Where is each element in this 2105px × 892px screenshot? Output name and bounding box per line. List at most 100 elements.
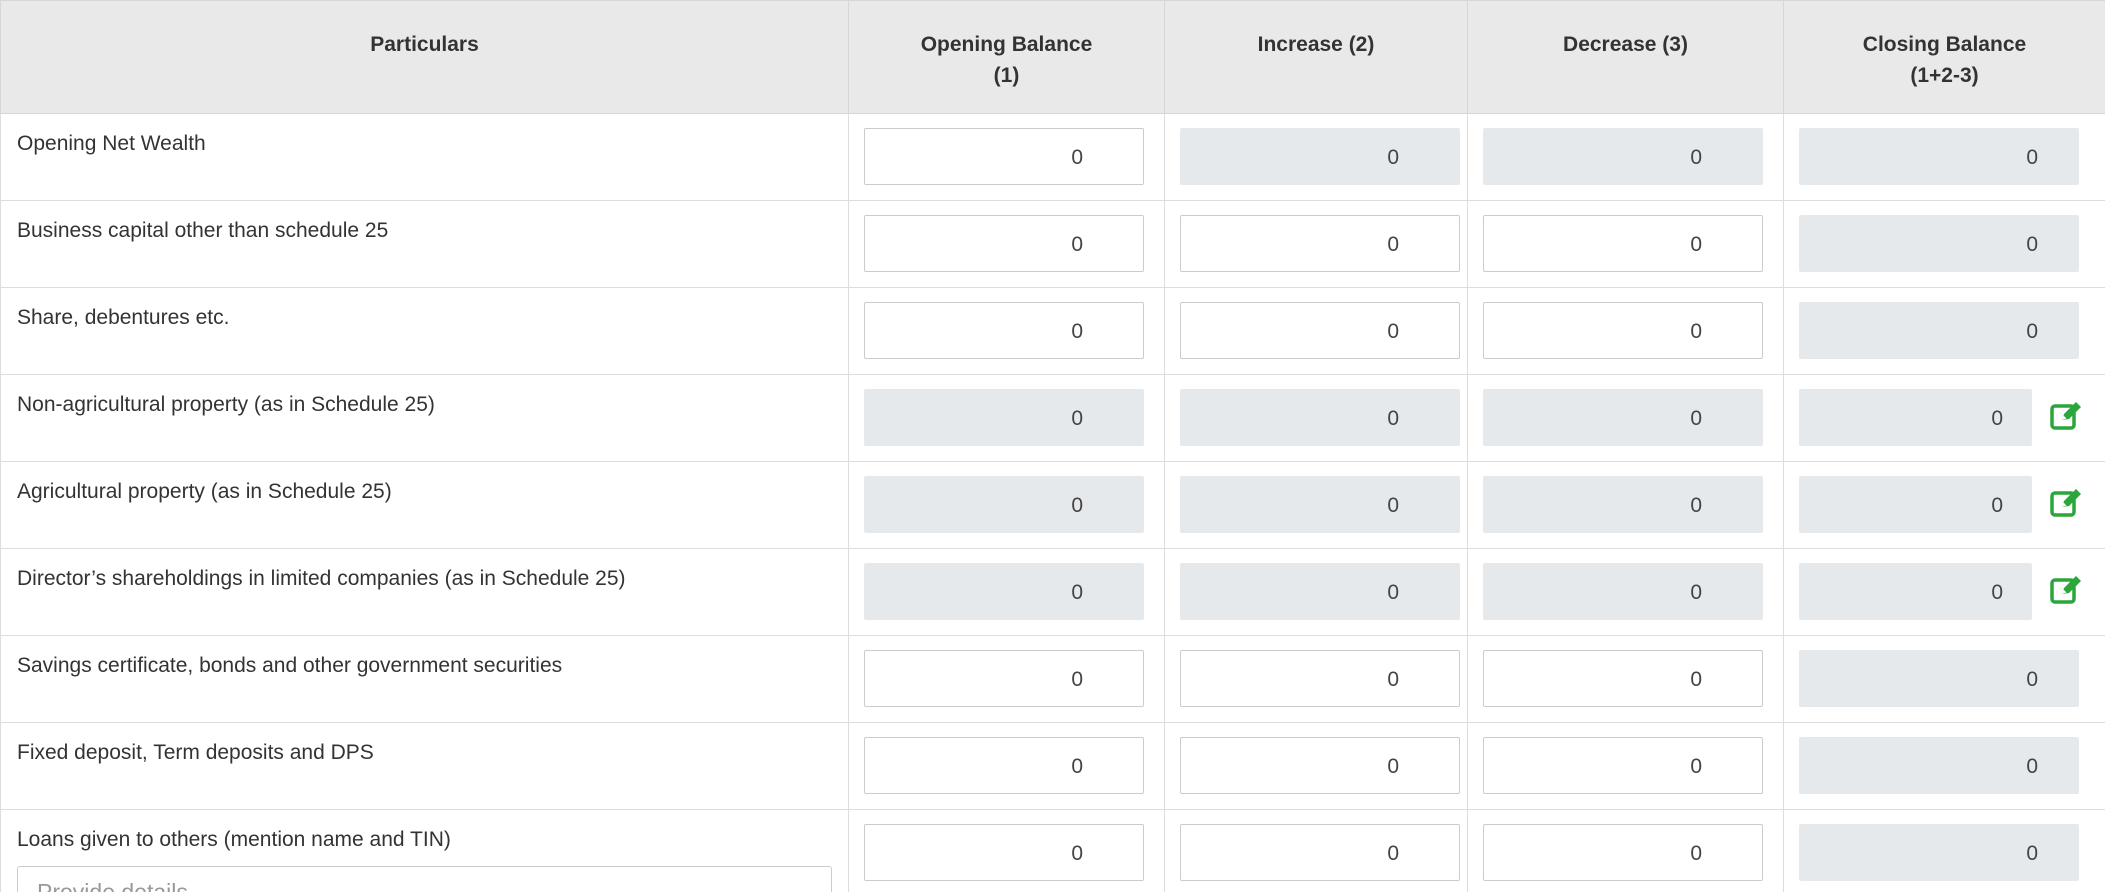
edit-icon[interactable] [2048,485,2084,521]
table-row: Business capital other than schedule 25 0… [0,200,2105,288]
decrease-balance-cell: 0 [1467,287,1784,375]
increase-balance-cell: 0 [1164,113,1468,201]
table-body: Opening Net Wealth 0 0 0 0 Business capital o… [0,113,2105,892]
loan-details-input[interactable] [17,866,832,892]
closing-balance-cell: 0 [1783,113,2105,201]
opening-balance-cell: 0 [848,374,1165,462]
header-closing-balance-formula: (1+2-3) [1910,64,1979,87]
decrease-balance-cell: 0 [1467,548,1784,636]
decrease-balance-cell: 0 [1467,113,1784,201]
table-row: Share, debentures etc. 0 0 0 0 [0,287,2105,375]
opening-balance-cell: 0 [848,635,1165,723]
decrease-amount-input[interactable]: 0 [1483,215,1763,272]
closing-amount-input: 0 [1799,650,2079,707]
increase-balance-cell: 0 [1164,200,1468,288]
increase-balance-cell: 0 [1164,374,1468,462]
decrease-amount-input[interactable]: 0 [1483,737,1763,794]
increase-balance-cell: 0 [1164,722,1468,810]
decrease-amount-input: 0 [1483,476,1763,533]
row-particular-label: Director’s shareholdings in limited comp… [17,567,626,590]
opening-amount-input[interactable]: 0 [864,737,1144,794]
header-particulars: Particulars [0,0,849,114]
closing-amount-group: 0 [1799,563,2105,620]
header-decrease: Decrease (3) [1467,0,1784,114]
table-header: Particulars Opening Balance (1) Increase… [0,0,2105,114]
decrease-balance-cell: 0 [1467,635,1784,723]
increase-amount-input[interactable]: 0 [1180,737,1460,794]
edit-icon[interactable] [2048,572,2084,608]
opening-balance-cell: 0 [848,722,1165,810]
opening-amount-input[interactable]: 0 [864,302,1144,359]
closing-balance-cell: 0 [1783,287,2105,375]
increase-amount-input[interactable]: 0 [1180,215,1460,272]
decrease-balance-cell: 0 [1467,200,1784,288]
increase-balance-cell: 0 [1164,548,1468,636]
increase-balance-cell: 0 [1164,809,1468,892]
decrease-amount-input[interactable]: 0 [1483,650,1763,707]
opening-amount-input: 0 [864,563,1144,620]
increase-balance-cell: 0 [1164,635,1468,723]
row-particular-label: Opening Net Wealth [17,132,206,155]
closing-balance-cell: 0 [1783,635,2105,723]
closing-amount-input: 0 [1799,128,2079,185]
row-particular-cell: Director’s shareholdings in limited comp… [0,548,849,636]
decrease-amount-input: 0 [1483,389,1763,446]
row-particular-label: Savings certificate, bonds and other gov… [17,654,563,677]
increase-balance-cell: 0 [1164,287,1468,375]
decrease-balance-cell: 0 [1467,374,1784,462]
net-wealth-table: Particulars Opening Balance (1) Increase… [0,0,2105,892]
row-particular-cell: Agricultural property (as in Schedule 25… [0,461,849,549]
row-particular-cell: Non-agricultural property (as in Schedul… [0,374,849,462]
row-particular-label: Business capital other than schedule 25 [17,219,389,242]
opening-amount-input: 0 [864,476,1144,533]
row-particular-label: Agricultural property (as in Schedule 25… [17,480,392,503]
opening-amount-input[interactable]: 0 [864,650,1144,707]
decrease-amount-input: 0 [1483,128,1763,185]
row-particular-cell: Opening Net Wealth [0,113,849,201]
decrease-balance-cell: 0 [1467,722,1784,810]
opening-balance-cell: 0 [848,548,1165,636]
opening-amount-input[interactable]: 0 [864,215,1144,272]
increase-amount-input[interactable]: 0 [1180,302,1460,359]
decrease-amount-input[interactable]: 0 [1483,824,1763,881]
opening-balance-cell: 0 [848,113,1165,201]
header-opening-balance-title: Opening Balance [920,33,1093,56]
header-closing-balance: Closing Balance (1+2-3) [1783,0,2105,114]
increase-amount-input: 0 [1180,389,1460,446]
opening-amount-input[interactable]: 0 [864,128,1144,185]
closing-balance-cell: 0 [1783,809,2105,892]
edit-icon[interactable] [2048,398,2084,434]
closing-amount-input: 0 [1799,215,2079,272]
opening-amount-input[interactable]: 0 [864,824,1144,881]
opening-amount-input: 0 [864,389,1144,446]
row-particular-cell: Savings certificate, bonds and other gov… [0,635,849,723]
header-opening-balance: Opening Balance (1) [848,0,1165,114]
decrease-balance-cell: 0 [1467,809,1784,892]
closing-amount-input: 0 [1799,737,2079,794]
decrease-amount-input: 0 [1483,563,1763,620]
closing-amount-input: 0 [1799,563,2032,620]
row-particular-label: Loans given to others (mention name and … [17,828,451,851]
decrease-amount-input[interactable]: 0 [1483,302,1763,359]
row-particular-cell: Share, debentures etc. [0,287,849,375]
increase-amount-input[interactable]: 0 [1180,650,1460,707]
table-row: Fixed deposit, Term deposits and DPS 0 0 0 0 [0,722,2105,810]
opening-balance-cell: 0 [848,200,1165,288]
closing-amount-group: 0 [1799,476,2105,533]
table-row: Non-agricultural property (as in Schedul… [0,374,2105,462]
increase-amount-input[interactable]: 0 [1180,824,1460,881]
decrease-balance-cell: 0 [1467,461,1784,549]
opening-balance-cell: 0 [848,287,1165,375]
closing-balance-cell: 0 [1783,548,2105,636]
closing-amount-input: 0 [1799,476,2032,533]
row-particular-cell: Fixed deposit, Term deposits and DPS [0,722,849,810]
table-row: Savings certificate, bonds and other gov… [0,635,2105,723]
table-row: Loans given to others (mention name and … [0,809,2105,892]
closing-amount-input: 0 [1799,389,2032,446]
closing-balance-cell: 0 [1783,374,2105,462]
increase-amount-input: 0 [1180,476,1460,533]
closing-amount-input: 0 [1799,824,2079,881]
table-row: Opening Net Wealth 0 0 0 0 [0,113,2105,201]
increase-balance-cell: 0 [1164,461,1468,549]
header-closing-balance-title: Closing Balance [1862,33,2027,56]
